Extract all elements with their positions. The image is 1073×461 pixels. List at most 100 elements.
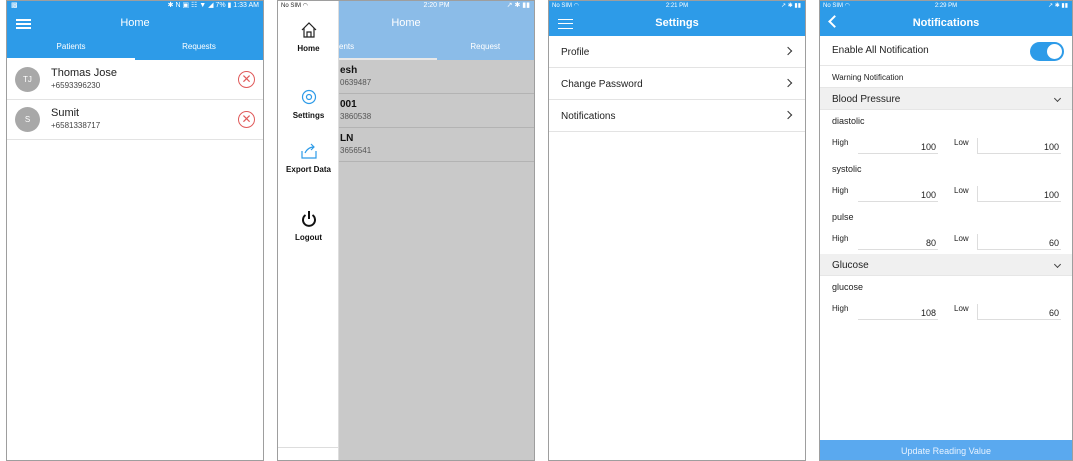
app-bar: Notifications [820,11,1072,36]
status-right: ↗ ✱ ▮▮ [506,2,530,9]
list-item-phone: 0639487 [340,78,372,87]
home-screen-drawer: 2:20 PM ↗ ✱ ▮▮ Home ents Request esh 063… [277,0,535,461]
threshold-row: High 100 Low 100 [820,132,1072,158]
power-icon [301,211,316,227]
tab-requests[interactable]: Request [437,36,535,60]
settings-row-change-password[interactable]: Change Password [549,68,805,100]
warning-header: Warning Notification [820,66,1072,88]
list-item-phone: 3656541 [340,146,372,155]
warning-label: Warning Notification [832,73,904,82]
high-label: High [832,186,849,195]
threshold-row: High 100 Low 100 [820,180,1072,206]
group-label: diastolic [832,116,865,126]
home-icon [301,22,316,38]
side-drawer: No SIM ◠ Home Settings Export Data Logou… [278,1,339,460]
dimmed-content[interactable]: 2:20 PM ↗ ✱ ▮▮ Home ents Request esh 063… [339,1,534,460]
tab-patients[interactable]: ents [339,36,437,60]
chevron-down-icon [1053,94,1062,103]
status-bar: No SIM ◠ 2:21 PM ↗ ✱ ▮▮ [549,1,805,11]
high-label: High [832,138,849,147]
drawer-item-label: Logout [294,233,323,242]
drawer-divider [278,447,338,448]
section-glucose[interactable]: Glucose [820,254,1072,276]
page-title: Settings [655,17,699,29]
notification-icon: ▩ [11,2,18,9]
settings-row-label: Notifications [561,111,616,122]
settings-row-profile[interactable]: Profile [549,36,805,68]
patient-row[interactable]: TJ Thomas Jose +6593396230 ✕ [7,60,263,100]
notifications-screen: No SIM ◠ 2:29 PM ↗ ✱ ▮▮ Notifications En… [819,0,1073,461]
threshold-row: High 80 Low 60 [820,228,1072,254]
high-label: High [832,304,849,313]
page-title: Notifications [912,17,980,29]
patient-name: Thomas Jose [51,67,118,79]
high-input[interactable]: 100 [858,186,938,202]
group-label: glucose [832,282,864,292]
enable-all-label: Enable All Notification [832,45,929,56]
gear-icon [301,89,316,105]
avatar: S [15,107,40,132]
list-item-phone: 3860538 [340,112,372,121]
enable-all-toggle[interactable] [1030,42,1064,61]
settings-row-label: Profile [561,47,590,58]
status-right: ✱ N ▣ ☷ ▼ ◢ 7% ▮ 1:33 AM [167,2,259,9]
high-input[interactable]: 100 [858,138,938,154]
group-glucose: glucose High 108 Low 60 [820,276,1072,324]
low-label: Low [954,138,969,147]
remove-patient-button[interactable]: ✕ [238,111,255,128]
high-input[interactable]: 108 [858,304,938,320]
remove-patient-button[interactable]: ✕ [238,71,255,88]
tab-patients[interactable]: Patients [7,36,135,60]
group-systolic: systolic High 100 Low 100 [820,158,1072,206]
app-bar: Settings [549,11,805,36]
patient-phone: +6581338717 [51,121,101,130]
status-bar: No SIM ◠ 2:29 PM ↗ ✱ ▮▮ [820,1,1072,11]
group-diastolic: diastolic High 100 Low 100 [820,110,1072,158]
app-bar: Home [339,11,534,36]
page-title: Home [120,17,150,29]
patient-name: Sumit [51,107,80,119]
status-right: ↗ ✱ ▮▮ [781,3,801,9]
tab-bar: Patients Requests [7,36,263,60]
section-blood-pressure[interactable]: Blood Pressure [820,88,1072,110]
list-item[interactable]: 001 3860538 [339,94,534,128]
patient-phone: +6593396230 [51,81,101,90]
drawer-item-home[interactable]: Home [278,21,339,53]
settings-screen: No SIM ◠ 2:21 PM ↗ ✱ ▮▮ Settings Profile… [548,0,806,461]
high-input[interactable]: 80 [858,234,938,250]
section-title: Blood Pressure [832,94,901,105]
list-item[interactable]: LN 3656541 [339,128,534,162]
status-carrier: No SIM ◠ [281,3,308,9]
tab-bar: ents Request [339,36,534,60]
settings-row-notifications[interactable]: Notifications [549,100,805,132]
low-input[interactable]: 100 [977,186,1061,202]
drawer-item-settings[interactable]: Settings [278,88,339,120]
low-input[interactable]: 100 [977,138,1061,154]
list-item[interactable]: esh 0639487 [339,60,534,94]
settings-row-label: Change Password [561,79,643,90]
drawer-item-label: Export Data [286,165,331,174]
status-time: 2:29 PM [934,3,958,9]
status-bar: ▩ ✱ N ▣ ☷ ▼ ◢ 7% ▮ 1:33 AM [7,1,263,11]
list-item-name: 001 [340,99,357,110]
chevron-right-icon [783,110,793,120]
low-input[interactable]: 60 [977,304,1061,320]
drawer-item-logout[interactable]: Logout [278,210,339,242]
high-label: High [832,234,849,243]
list-item-name: esh [340,65,358,76]
low-label: Low [954,186,969,195]
drawer-item-export-data[interactable]: Export Data [278,142,339,174]
tab-requests[interactable]: Requests [135,36,263,60]
update-reading-button[interactable]: Update Reading Value [820,440,1072,460]
group-pulse: pulse High 80 Low 60 [820,206,1072,254]
low-label: Low [954,304,969,313]
low-input[interactable]: 60 [977,234,1061,250]
status-right: ↗ ✱ ▮▮ [1048,3,1068,9]
group-label: systolic [832,164,862,174]
low-label: Low [954,234,969,243]
chevron-right-icon [783,78,793,88]
drawer-item-label: Settings [292,111,325,120]
avatar: TJ [15,67,40,92]
patient-row[interactable]: S Sumit +6581338717 ✕ [7,100,263,140]
status-time: 2:21 PM [665,3,689,9]
